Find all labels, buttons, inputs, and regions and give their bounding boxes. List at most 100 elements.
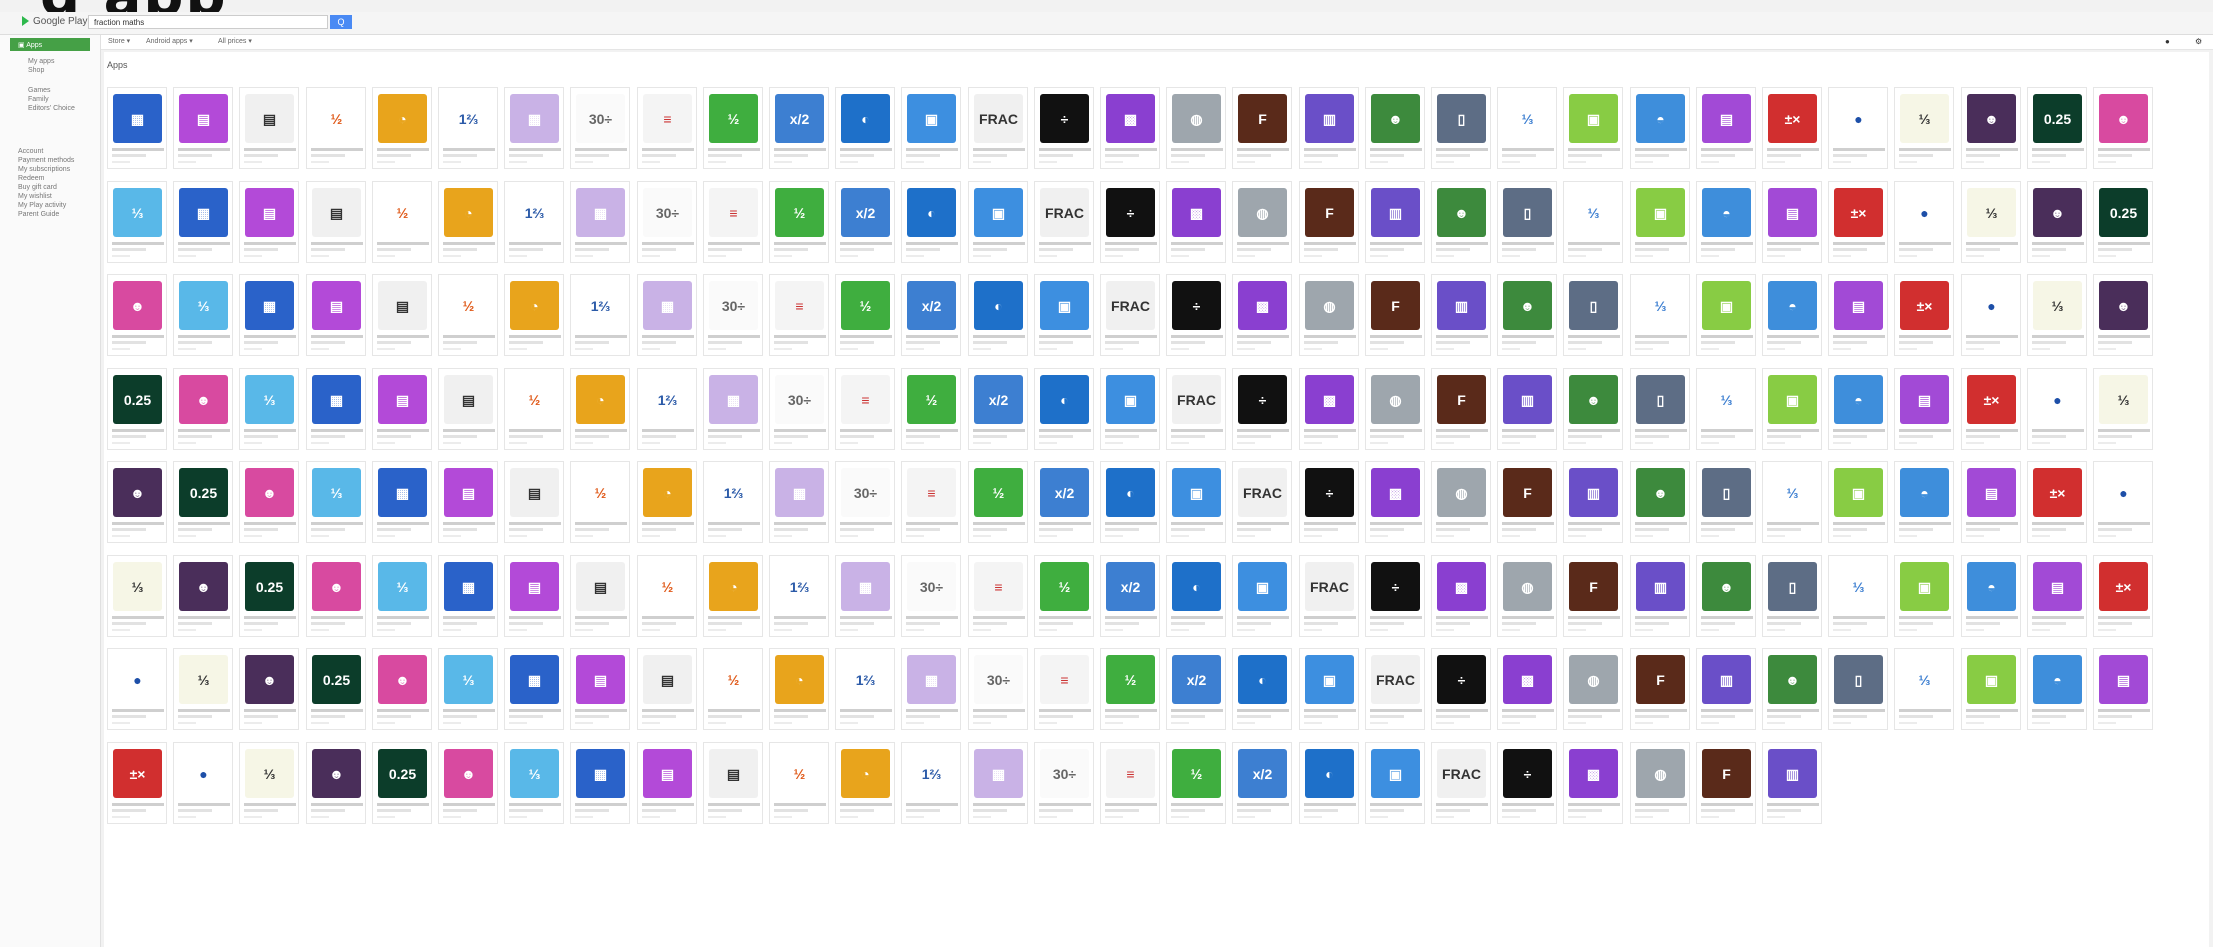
app-card[interactable]: ▤ bbox=[306, 274, 366, 356]
app-card[interactable]: ▤ bbox=[637, 742, 697, 824]
app-card[interactable]: ≡ bbox=[769, 274, 829, 356]
app-card[interactable]: ▣ bbox=[1100, 368, 1160, 450]
app-card[interactable]: x/2 bbox=[901, 274, 961, 356]
app-card[interactable]: ½ bbox=[372, 181, 432, 263]
app-card[interactable]: ◍ bbox=[1431, 461, 1491, 543]
app-card[interactable]: 0.25 bbox=[2093, 181, 2153, 263]
sidebar-link-games[interactable]: Games bbox=[28, 87, 51, 94]
app-card[interactable]: FRAC bbox=[1232, 461, 1292, 543]
app-card[interactable]: ▤ bbox=[1762, 181, 1822, 263]
app-card[interactable]: ◍ bbox=[1166, 87, 1226, 169]
app-card[interactable]: ½ bbox=[438, 274, 498, 356]
app-card[interactable]: ◓ bbox=[2027, 648, 2087, 730]
app-card[interactable]: ▯ bbox=[1762, 555, 1822, 637]
app-card[interactable]: FRAC bbox=[1431, 742, 1491, 824]
app-card[interactable]: ±× bbox=[1762, 87, 1822, 169]
app-card[interactable]: ▤ bbox=[703, 742, 763, 824]
app-card[interactable]: ▥ bbox=[1431, 274, 1491, 356]
app-card[interactable]: ≡ bbox=[835, 368, 895, 450]
app-card[interactable]: ▦ bbox=[107, 87, 167, 169]
app-card[interactable]: ⅓ bbox=[1696, 368, 1756, 450]
app-card[interactable]: ▦ bbox=[570, 742, 630, 824]
app-card[interactable]: 30÷ bbox=[1034, 742, 1094, 824]
app-card[interactable]: ▤ bbox=[1696, 87, 1756, 169]
filter-store[interactable]: Store ▾ bbox=[108, 37, 130, 45]
app-card[interactable]: ☻ bbox=[306, 555, 366, 637]
app-card[interactable]: ▤ bbox=[438, 461, 498, 543]
app-card[interactable]: ½ bbox=[570, 461, 630, 543]
sidebar-link-redeem[interactable]: Redeem bbox=[18, 175, 44, 182]
filter-category[interactable]: Android apps ▾ bbox=[146, 37, 193, 45]
app-card[interactable]: 30÷ bbox=[637, 181, 697, 263]
app-card[interactable]: ⅓ bbox=[1563, 181, 1623, 263]
app-card[interactable]: ▯ bbox=[1696, 461, 1756, 543]
app-card[interactable]: ÷ bbox=[1431, 648, 1491, 730]
app-card[interactable]: ☻ bbox=[1431, 181, 1491, 263]
app-card[interactable]: ÷ bbox=[1232, 368, 1292, 450]
app-card[interactable]: ▤ bbox=[504, 461, 564, 543]
app-card[interactable]: ▣ bbox=[968, 181, 1028, 263]
app-card[interactable]: F bbox=[1299, 181, 1359, 263]
sidebar-link-gift-card[interactable]: Buy gift card bbox=[18, 184, 57, 191]
app-card[interactable]: ☻ bbox=[1961, 87, 2021, 169]
app-card[interactable]: FRAC bbox=[1034, 181, 1094, 263]
sidebar-link-family[interactable]: Family bbox=[28, 96, 49, 103]
app-card[interactable]: ½ bbox=[769, 181, 829, 263]
app-card[interactable]: ▤ bbox=[1894, 368, 1954, 450]
app-card[interactable]: 0.25 bbox=[239, 555, 299, 637]
app-card[interactable]: ▦ bbox=[835, 555, 895, 637]
app-card[interactable]: ⅓ bbox=[306, 461, 366, 543]
app-card[interactable]: 30÷ bbox=[703, 274, 763, 356]
app-card[interactable]: ▦ bbox=[769, 461, 829, 543]
app-card[interactable]: ▣ bbox=[1166, 461, 1226, 543]
app-card[interactable]: ½ bbox=[306, 87, 366, 169]
app-card[interactable]: ⅓ bbox=[1961, 181, 2021, 263]
app-card[interactable]: ⅓ bbox=[2093, 368, 2153, 450]
app-card[interactable]: 0.25 bbox=[2027, 87, 2087, 169]
app-card[interactable]: ▣ bbox=[1034, 274, 1094, 356]
app-card[interactable]: FRAC bbox=[1166, 368, 1226, 450]
app-card[interactable]: ⅓ bbox=[372, 555, 432, 637]
app-card[interactable]: F bbox=[1497, 461, 1557, 543]
app-card[interactable]: ◔ bbox=[769, 648, 829, 730]
app-card[interactable]: ▣ bbox=[1762, 368, 1822, 450]
app-card[interactable]: ◔ bbox=[438, 181, 498, 263]
app-card[interactable]: ▩ bbox=[1166, 181, 1226, 263]
app-card[interactable]: ⅓ bbox=[1762, 461, 1822, 543]
app-card[interactable]: ◐ bbox=[1232, 648, 1292, 730]
app-card[interactable]: ≡ bbox=[1034, 648, 1094, 730]
app-card[interactable]: ◔ bbox=[703, 555, 763, 637]
app-card[interactable]: 1⅔ bbox=[901, 742, 961, 824]
app-card[interactable]: 1⅔ bbox=[835, 648, 895, 730]
app-card[interactable]: 1⅔ bbox=[637, 368, 697, 450]
app-card[interactable]: ☻ bbox=[107, 461, 167, 543]
app-card[interactable]: ▤ bbox=[173, 87, 233, 169]
app-card[interactable]: ▤ bbox=[438, 368, 498, 450]
app-card[interactable]: ● bbox=[1961, 274, 2021, 356]
app-card[interactable]: ☻ bbox=[1762, 648, 1822, 730]
app-card[interactable]: ▤ bbox=[2027, 555, 2087, 637]
app-card[interactable]: ◐ bbox=[1299, 742, 1359, 824]
app-card[interactable]: ÷ bbox=[1497, 742, 1557, 824]
app-card[interactable]: ◔ bbox=[637, 461, 697, 543]
app-card[interactable]: ▯ bbox=[1431, 87, 1491, 169]
app-card[interactable]: ▣ bbox=[1365, 742, 1425, 824]
app-card[interactable]: ▤ bbox=[239, 87, 299, 169]
sidebar-link-subscriptions[interactable]: My subscriptions bbox=[18, 166, 70, 173]
app-card[interactable]: ▩ bbox=[1232, 274, 1292, 356]
app-card[interactable]: ◐ bbox=[1034, 368, 1094, 450]
app-card[interactable]: ◓ bbox=[1828, 368, 1888, 450]
app-card[interactable]: ▣ bbox=[1696, 274, 1756, 356]
app-card[interactable]: ▤ bbox=[1961, 461, 2021, 543]
app-card[interactable]: ▣ bbox=[1299, 648, 1359, 730]
app-card[interactable]: ≡ bbox=[1100, 742, 1160, 824]
app-card[interactable]: ≡ bbox=[703, 181, 763, 263]
app-card[interactable]: FRAC bbox=[1100, 274, 1160, 356]
sidebar-link-parent-guide[interactable]: Parent Guide bbox=[18, 211, 59, 218]
app-card[interactable]: ½ bbox=[1100, 648, 1160, 730]
app-card[interactable]: ▦ bbox=[173, 181, 233, 263]
app-card[interactable]: ▯ bbox=[1828, 648, 1888, 730]
app-card[interactable]: ☻ bbox=[306, 742, 366, 824]
app-card[interactable]: ▩ bbox=[1563, 742, 1623, 824]
app-card[interactable]: ÷ bbox=[1034, 87, 1094, 169]
